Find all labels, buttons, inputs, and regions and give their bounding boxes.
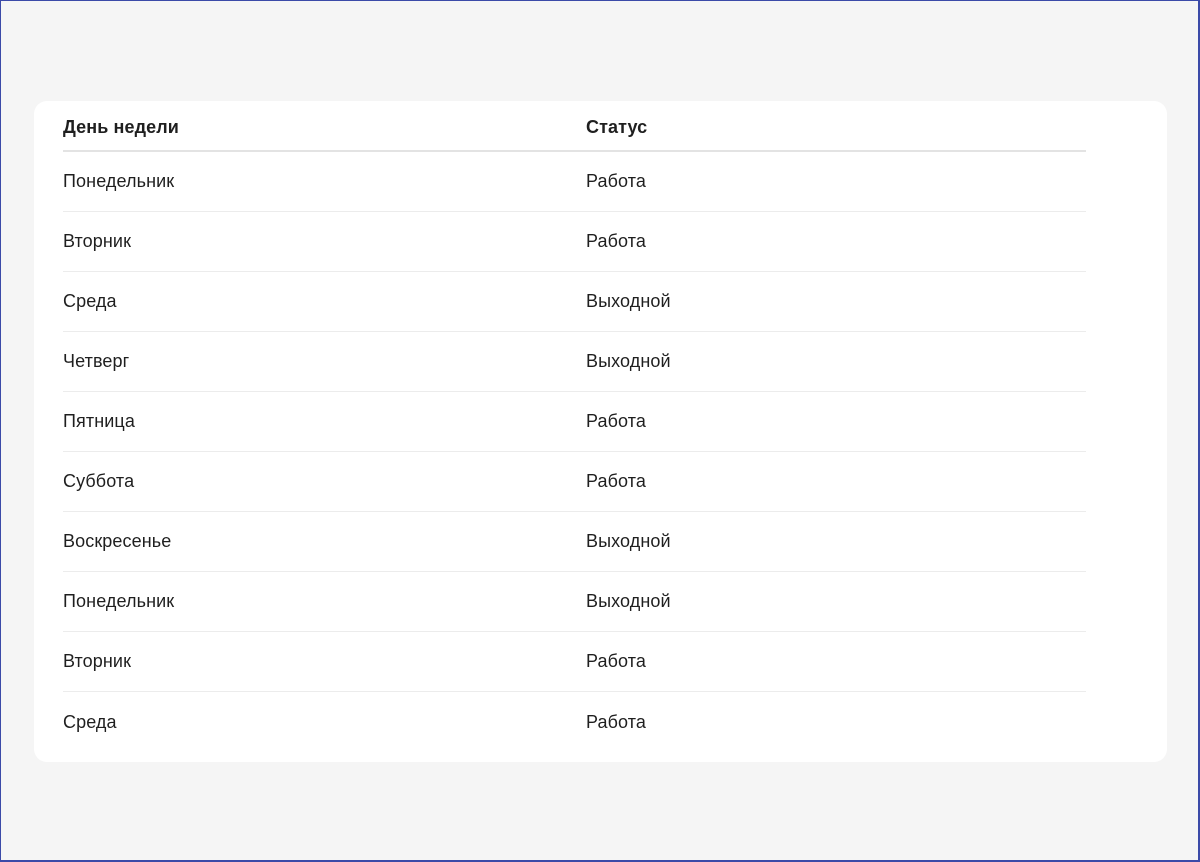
status-cell: Выходной [586, 531, 671, 551]
table-row: Понедельник Выходной [63, 572, 1086, 632]
day-cell: Понедельник [63, 591, 175, 611]
day-cell: Воскресенье [63, 531, 172, 551]
table-row: Вторник Работа [63, 632, 1086, 692]
table-row: Среда Работа [63, 692, 1086, 752]
status-cell: Выходной [586, 591, 671, 611]
table-row: Четверг Выходной [63, 332, 1086, 392]
status-cell: Выходной [586, 351, 671, 371]
day-cell: Понедельник [63, 171, 175, 191]
status-cell: Работа [586, 471, 646, 491]
table-row: Понедельник Работа [63, 152, 1086, 212]
table-row: Вторник Работа [63, 212, 1086, 272]
day-cell: Вторник [63, 231, 132, 251]
table-header: День недели Статус [63, 101, 1086, 152]
day-cell: Среда [63, 291, 117, 311]
day-cell: Пятница [63, 411, 135, 431]
day-cell: Четверг [63, 351, 130, 371]
day-cell: Среда [63, 711, 117, 732]
table-row: Воскресенье Выходной [63, 512, 1086, 572]
schedule-card: День недели Статус Понедельник Работа Вт… [34, 101, 1167, 762]
status-cell: Выходной [586, 291, 671, 311]
status-cell: Работа [586, 411, 646, 431]
day-cell: Суббота [63, 471, 135, 491]
table-row: Пятница Работа [63, 392, 1086, 452]
status-cell: Работа [586, 231, 646, 251]
header-day: День недели [63, 117, 179, 137]
status-cell: Работа [586, 651, 646, 671]
table-row: Суббота Работа [63, 452, 1086, 512]
status-cell: Работа [586, 171, 646, 191]
day-cell: Вторник [63, 651, 132, 671]
table-row: Среда Выходной [63, 272, 1086, 332]
status-cell: Работа [586, 711, 646, 732]
schedule-table: День недели Статус Понедельник Работа Вт… [63, 101, 1086, 752]
header-status: Статус [586, 117, 648, 137]
